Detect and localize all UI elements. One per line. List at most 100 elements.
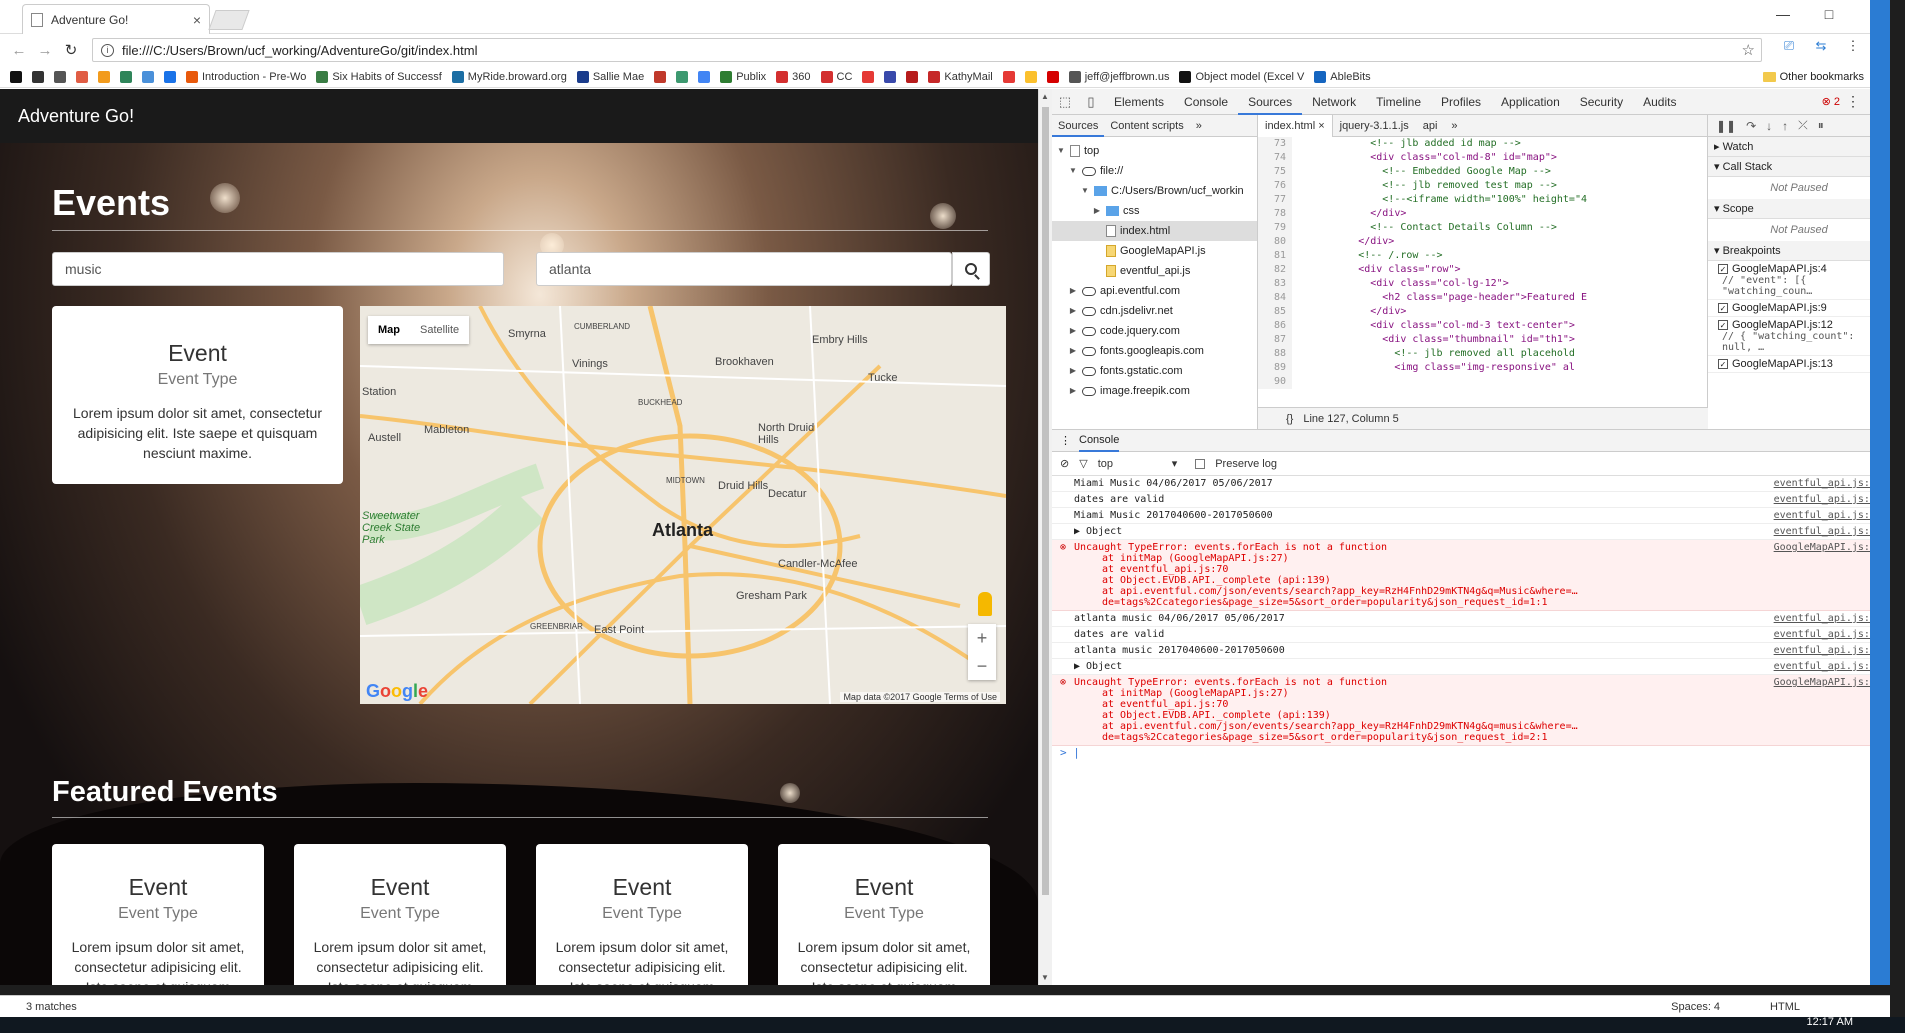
stack-frame[interactable]: at Object.EVDB.API._complete (api:139) bbox=[1074, 710, 1770, 721]
code-line[interactable]: 90 bbox=[1258, 375, 1708, 389]
editor-tab-jquery[interactable]: jquery-3.1.1.js bbox=[1333, 120, 1416, 132]
code-line[interactable]: 77 <!--<iframe width="100%" height="4 bbox=[1258, 193, 1708, 207]
pause-icon[interactable]: ❚❚ bbox=[1716, 119, 1736, 133]
back-arrow-icon[interactable]: ← bbox=[6, 42, 32, 59]
featured-event-card[interactable]: Event Event Type Lorem ipsum dolor sit ame… bbox=[52, 844, 264, 985]
line-number[interactable]: 77 bbox=[1258, 193, 1292, 207]
code-line[interactable]: 88 <!-- jlb removed all placehold bbox=[1258, 347, 1708, 361]
tree-node[interactable]: index.html bbox=[1052, 221, 1257, 241]
subtab-more[interactable]: » bbox=[1190, 120, 1208, 132]
code-line[interactable]: 86 <div class="col-md-3 text-center"> bbox=[1258, 319, 1708, 333]
indent-setting[interactable]: Spaces: 4 bbox=[1671, 1001, 1720, 1013]
line-number[interactable]: 74 bbox=[1258, 151, 1292, 165]
line-number[interactable]: 85 bbox=[1258, 305, 1292, 319]
minimize-button[interactable]: — bbox=[1760, 0, 1806, 28]
code-line[interactable]: 87 <div class="thumbnail" id="th1"> bbox=[1258, 333, 1708, 347]
search-button[interactable] bbox=[952, 252, 990, 286]
code-line[interactable]: 82 <div class="row"> bbox=[1258, 263, 1708, 277]
bookmark-item[interactable] bbox=[32, 70, 44, 83]
map-attribution[interactable]: Map data ©2017 Google Terms of Use bbox=[840, 692, 1000, 702]
bookmark-item[interactable]: Publix bbox=[720, 70, 766, 83]
scroll-up-arrow-icon[interactable]: ▲ bbox=[1041, 92, 1049, 101]
console-message[interactable]: ▶ Object bbox=[1074, 526, 1770, 537]
bookmark-item[interactable] bbox=[164, 70, 176, 83]
bookmark-item[interactable]: CC bbox=[820, 70, 852, 83]
devtools-tab-timeline[interactable]: Timeline bbox=[1366, 89, 1431, 115]
breakpoint-checkbox[interactable]: ✓ bbox=[1718, 320, 1728, 330]
clear-console-icon[interactable]: ⊘ bbox=[1060, 457, 1069, 470]
expand-arrow-icon[interactable]: ▶ bbox=[1068, 281, 1078, 301]
line-number[interactable]: 88 bbox=[1258, 347, 1292, 361]
code-line[interactable]: 81 <!-- /.row --> bbox=[1258, 249, 1708, 263]
zoom-in-button[interactable]: + bbox=[977, 628, 988, 649]
error-count-badge[interactable]: ⊗ 2 bbox=[1822, 95, 1840, 108]
stack-frame[interactable]: at eventful_api.js:70 bbox=[1074, 564, 1770, 575]
keyword-input[interactable]: music bbox=[52, 252, 504, 286]
expand-arrow-icon[interactable]: ▶ bbox=[1068, 301, 1078, 321]
line-number[interactable]: 76 bbox=[1258, 179, 1292, 193]
line-number[interactable]: 79 bbox=[1258, 221, 1292, 235]
page-scrollbar[interactable]: ▲ ▼ bbox=[1038, 89, 1052, 985]
reload-icon[interactable]: ↻ bbox=[58, 41, 84, 59]
devtools-tab-profiles[interactable]: Profiles bbox=[1431, 89, 1491, 115]
step-into-icon[interactable]: ↓ bbox=[1766, 119, 1772, 133]
stack-frame[interactable]: at initMap (GoogleMapAPI.js:27) bbox=[1074, 688, 1770, 699]
devtools-menu-icon[interactable]: ⋮ bbox=[1846, 93, 1860, 110]
tree-node[interactable]: eventful_api.js bbox=[1052, 261, 1257, 281]
stack-frame[interactable]: at eventful_api.js:70 bbox=[1074, 699, 1770, 710]
tree-node[interactable]: ▶ fonts.gstatic.com bbox=[1052, 361, 1257, 381]
code-line[interactable]: 74 <div class="col-md-8" id="map"> bbox=[1258, 151, 1708, 165]
devtools-tab-sources[interactable]: Sources bbox=[1238, 89, 1303, 115]
tree-node[interactable]: ▼ top bbox=[1052, 141, 1257, 161]
forward-arrow-icon[interactable]: → bbox=[32, 42, 58, 59]
filter-icon[interactable]: ▽ bbox=[1079, 457, 1087, 470]
menu-dots-icon[interactable]: ⋮ bbox=[1844, 38, 1862, 58]
street-view-pegman-icon[interactable] bbox=[978, 592, 992, 616]
code-line[interactable]: 85 </div> bbox=[1258, 305, 1708, 319]
scroll-down-arrow-icon[interactable]: ▼ bbox=[1041, 973, 1049, 982]
devtools-tab-elements[interactable]: Elements bbox=[1104, 89, 1174, 115]
console-tab[interactable]: Console bbox=[1079, 430, 1120, 452]
featured-event-card[interactable]: Event Event Type Lorem ipsum dolor sit ame… bbox=[778, 844, 990, 985]
bookmark-item[interactable]: MyRide.broward.org bbox=[451, 70, 567, 83]
line-number[interactable]: 87 bbox=[1258, 333, 1292, 347]
subtab-sources[interactable]: Sources bbox=[1052, 115, 1105, 137]
bookmark-item[interactable] bbox=[120, 70, 132, 83]
bookmark-item[interactable] bbox=[906, 70, 919, 83]
new-tab-button[interactable] bbox=[208, 10, 250, 30]
preserve-log-checkbox[interactable] bbox=[1195, 458, 1206, 469]
editor-tab-index-html[interactable]: index.html × bbox=[1258, 114, 1333, 137]
tab-close-icon[interactable]: × bbox=[193, 12, 201, 28]
scrollbar-thumb[interactable] bbox=[1042, 107, 1049, 895]
bookmark-item[interactable]: KathyMail bbox=[928, 70, 993, 83]
google-map[interactable]: Map Satellite Smyrna Vinings Brookhaven Emb… bbox=[360, 306, 1006, 704]
tree-node[interactable]: ▶ code.jquery.com bbox=[1052, 321, 1257, 341]
zoom-out-button[interactable]: − bbox=[977, 656, 988, 677]
bookmark-item[interactable] bbox=[1046, 70, 1059, 83]
bookmark-item[interactable] bbox=[76, 70, 88, 83]
inspect-element-icon[interactable]: ⬚ bbox=[1052, 94, 1078, 110]
map-type-satellite[interactable]: Satellite bbox=[410, 316, 469, 344]
bookmark-item[interactable] bbox=[676, 70, 689, 83]
dropdown-arrow-icon[interactable]: ▾ bbox=[1172, 457, 1178, 470]
devtools-tab-security[interactable]: Security bbox=[1570, 89, 1633, 115]
devtools-tab-network[interactable]: Network bbox=[1302, 89, 1366, 115]
bookmark-item[interactable]: jeff@jeffbrown.us bbox=[1068, 70, 1169, 83]
featured-event-card[interactable]: Event Event Type Lorem ipsum dolor sit ame… bbox=[536, 844, 748, 985]
expand-arrow-icon[interactable]: ▶ bbox=[1092, 201, 1102, 221]
tree-node[interactable]: ▼ C:/Users/Brown/ucf_workin bbox=[1052, 181, 1257, 201]
drawer-menu-icon[interactable]: ⋮ bbox=[1060, 434, 1071, 447]
line-number[interactable]: 73 bbox=[1258, 137, 1292, 151]
context-select[interactable]: top bbox=[1098, 458, 1162, 470]
code-line[interactable]: 73 <!-- jlb added id map --> bbox=[1258, 137, 1708, 151]
tree-node[interactable]: ▼ file:// bbox=[1052, 161, 1257, 181]
line-number[interactable]: 75 bbox=[1258, 165, 1292, 179]
bookmark-item[interactable] bbox=[142, 70, 154, 83]
bookmark-item[interactable] bbox=[98, 70, 110, 83]
watch-section[interactable]: ▸ Watch bbox=[1708, 137, 1890, 157]
bookmark-item[interactable] bbox=[862, 70, 875, 83]
tree-node[interactable]: GoogleMapAPI.js bbox=[1052, 241, 1257, 261]
bookmark-item[interactable]: 360 bbox=[776, 70, 811, 83]
code-line[interactable]: 76 <!-- jlb removed test map --> bbox=[1258, 179, 1708, 193]
tree-node[interactable]: ▶ fonts.googleapis.com bbox=[1052, 341, 1257, 361]
